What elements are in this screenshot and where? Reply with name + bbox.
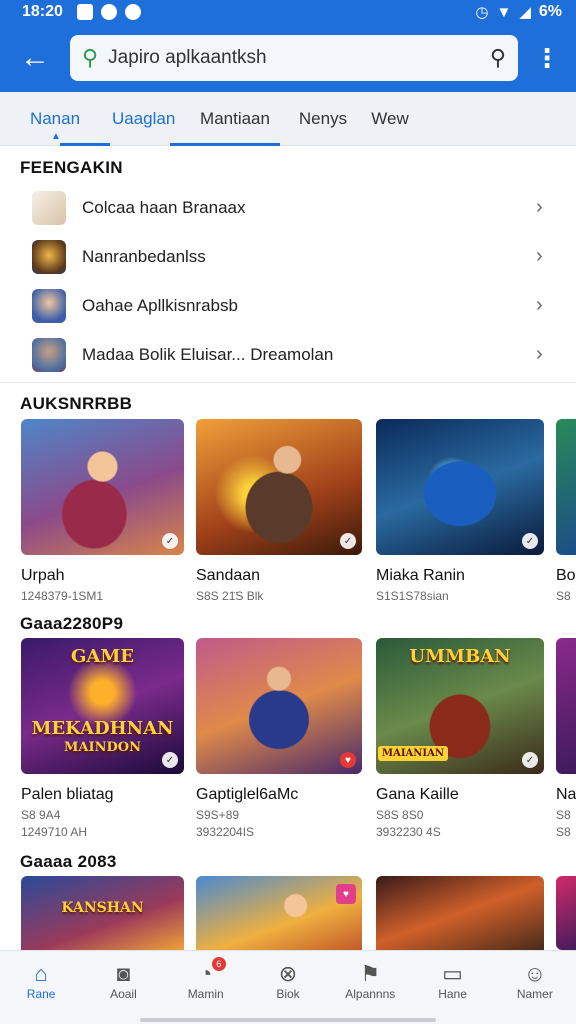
game-thumbnail: ✓: [21, 419, 184, 555]
nav-item-aoail[interactable]: ◙ Aoail: [82, 951, 164, 1024]
verified-icon: ✓: [340, 533, 356, 549]
notification-icon: [76, 4, 93, 20]
section-title-games-2: Gaaaa 2083: [20, 852, 117, 871]
game-card[interactable]: ✓ Miaka Ranin S1S1S78sian: [376, 419, 544, 603]
caret-icon: ▲: [51, 131, 61, 142]
alarm-icon: ◷: [475, 4, 489, 21]
section-title-recent: FEENGAKIN: [20, 158, 123, 177]
nav-item-hane[interactable]: ▭ Hane: [411, 951, 493, 1024]
verified-icon: ✓: [522, 752, 538, 768]
notification-badge: 6: [211, 957, 226, 971]
game-thumbnail: GAME MEKADHNAN MAINDON ✓: [21, 638, 184, 774]
verified-icon: ✓: [162, 752, 178, 768]
app-bar: ← ⚲ Japiro aplkaantksh ⚲ ⋮: [0, 24, 576, 92]
search-submit-icon[interactable]: ⚲: [490, 45, 506, 71]
tab-mantiaan[interactable]: Mantiaan: [200, 92, 270, 146]
home-icon: ⌂: [34, 961, 48, 986]
game-thumbnail: KANSHAN: [21, 876, 184, 950]
game-card[interactable]: ✓ Sandaan S8S 21̈S Blk: [196, 419, 362, 603]
search-input[interactable]: Japiro aplkaantksh: [108, 47, 490, 69]
verified-icon: ✓: [522, 533, 538, 549]
list-item[interactable]: Colcaa haan Branaax ›: [0, 183, 576, 232]
wifi-icon: ▼: [496, 3, 512, 21]
section-title-games: Gaaa2280P9: [20, 614, 124, 633]
back-arrow-icon[interactable]: ←: [0, 24, 70, 92]
favorite-icon: ♥: [336, 884, 356, 904]
chevron-right-icon: ›: [536, 245, 543, 267]
list-item[interactable]: Madaa Bolik Eluisar... Dreamolan ›: [0, 330, 576, 379]
list-item[interactable]: Oahae Apllkisnrabsb ›: [0, 281, 576, 330]
game-card[interactable]: UMMBAN MAIANIAN ✓ Gana Kaille S8S 8S0 39…: [376, 638, 544, 839]
nav-item-namer[interactable]: ☺ Namer: [494, 951, 576, 1024]
list-item[interactable]: Nanranbedanlss ›: [0, 232, 576, 281]
game-thumbnail: ♥: [196, 638, 362, 774]
nav-item-biok[interactable]: ⊗ Biok: [247, 951, 329, 1024]
tab-wew[interactable]: Wew: [370, 92, 410, 146]
game-thumbnail: ✓: [376, 419, 544, 555]
verified-icon: ✓: [162, 533, 178, 549]
search-box[interactable]: ⚲ Japiro aplkaantksh ⚲: [70, 35, 518, 81]
section-title-featured: AUKSNRRBB: [20, 394, 133, 413]
status-time: 18:20: [22, 3, 63, 20]
game-thumbnail: [556, 638, 576, 774]
game-thumbnail: ✓: [196, 419, 362, 555]
nav-item-rane[interactable]: ⌂ Rane: [0, 951, 82, 1024]
chevron-right-icon: ›: [536, 343, 543, 365]
game-thumbnail: [376, 876, 544, 950]
app-icon: [32, 288, 66, 323]
game-card[interactable]: ♥ Gaptiglel6aMc S9S+89 3932204IS: [196, 638, 362, 839]
divider: [0, 382, 576, 383]
game-thumbnail: ♥: [196, 876, 362, 950]
chevron-right-icon: ›: [536, 294, 543, 316]
gamepad-icon: ◙: [116, 961, 131, 986]
game-card[interactable]: Bo S8: [556, 419, 576, 603]
profile-icon: ☺: [523, 961, 547, 986]
game-thumbnail: UMMBAN MAIANIAN ✓: [376, 638, 544, 774]
notification-icon: [124, 4, 141, 20]
more-options-icon[interactable]: ⋮: [518, 24, 576, 92]
bookmark-icon: ⚑: [360, 961, 381, 986]
status-bar: 18:20 ◷ ▼ ◢ 6%: [0, 0, 576, 24]
favorite-icon: ♥: [340, 752, 356, 768]
tab-nenys[interactable]: Nenys: [298, 92, 348, 146]
signal-icon: ◢: [519, 4, 531, 21]
bottom-navigation: ⌂ Rane ◙ Aoail ◔ 6 Mamin ⊗ Biok ⚑ Alpann…: [0, 950, 576, 1024]
notification-icon: [100, 4, 117, 20]
game-card[interactable]: GAME MEKADHNAN MAINDON ✓ Palen bliatag S…: [21, 638, 184, 839]
search-icon: ⚲: [82, 45, 99, 70]
game-thumbnail: [556, 419, 576, 555]
battery-text: 6%: [538, 3, 562, 20]
tab-bar: Nanan ▲ Uaaglan Mantiaan Nenys Wew: [0, 92, 576, 146]
game-card[interactable]: ✓ Urpah 1248379-1SM1: [21, 419, 184, 603]
game-card[interactable]: ♥: [196, 876, 362, 950]
chat-icon: ▭: [442, 961, 463, 986]
game-thumbnail: [556, 876, 576, 950]
app-icon: [32, 239, 66, 274]
game-card[interactable]: [376, 876, 544, 950]
chevron-right-icon: ›: [536, 196, 543, 218]
compass-icon: ⊗: [278, 961, 298, 986]
game-card[interactable]: Na S8 S8: [556, 638, 576, 839]
game-card[interactable]: [556, 876, 576, 950]
home-indicator[interactable]: [140, 1018, 436, 1022]
nav-item-mamin[interactable]: ◔ 6 Mamin: [165, 951, 247, 1024]
app-icon: [32, 190, 66, 225]
app-icon: [32, 337, 66, 372]
nav-item-alpannns[interactable]: ⚑ Alpannns: [329, 951, 411, 1024]
tab-nanan[interactable]: Nanan ▲: [0, 92, 110, 146]
gauge-icon: ◔: [199, 961, 213, 986]
game-card[interactable]: KANSHAN: [21, 876, 184, 950]
